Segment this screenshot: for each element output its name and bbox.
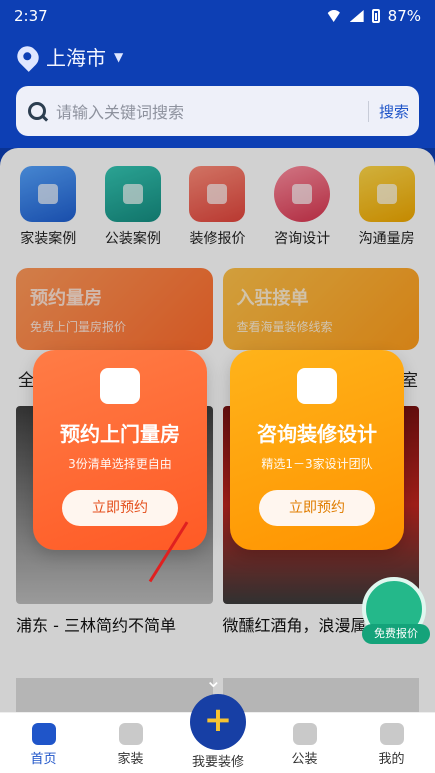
home-icon: [31, 723, 56, 745]
chat-bubble-icon: [297, 368, 337, 404]
battery-icon: [371, 9, 380, 23]
book-now-button[interactable]: 立即预约: [259, 490, 375, 526]
tab-label: 首页: [30, 752, 57, 767]
search-bar[interactable]: 请输入关键词搜索 搜索: [16, 86, 419, 136]
profile-icon: [379, 723, 404, 745]
caret-down-icon: ▼: [114, 49, 124, 64]
popup-subtitle: 精选1－3家设计团队: [261, 457, 373, 471]
signal-icon: [349, 10, 364, 22]
search-input[interactable]: 请输入关键词搜索: [56, 99, 368, 123]
tab-office-decor[interactable]: 公装: [270, 723, 340, 767]
status-time: 2:37: [14, 7, 48, 25]
status-bar: 2:37 87%: [0, 0, 435, 32]
city-selector[interactable]: 上海市 ▼: [13, 41, 124, 72]
wifi-icon: [326, 10, 342, 22]
book-now-button[interactable]: 立即预约: [62, 490, 178, 526]
search-button[interactable]: 搜索: [367, 100, 409, 122]
tab-renovate-label[interactable]: 我要装修: [181, 751, 255, 770]
helmet-icon: [118, 723, 143, 745]
chevron-down-icon[interactable]: ⌄: [205, 668, 222, 692]
popup-design-consult: 咨询装修设计 精选1－3家设计团队 立即预约: [230, 350, 404, 550]
plus-icon[interactable]: +: [190, 694, 246, 750]
app-header: 上海市 ▼ 请输入关键词搜索 搜索: [0, 32, 435, 150]
popup-subtitle: 3份清单选择更自由: [68, 457, 172, 471]
popup-title: 咨询装修设计: [257, 422, 377, 446]
search-icon: [28, 102, 46, 120]
status-icons: 87%: [326, 7, 421, 25]
tape-measure-icon: [100, 368, 140, 404]
battery-percent: 87%: [387, 7, 421, 25]
popup-title: 预约上门量房: [60, 422, 180, 446]
tab-home-decor[interactable]: 家装: [96, 723, 166, 767]
tab-label: 我的: [378, 752, 405, 767]
location-pin-icon: [13, 41, 43, 72]
tab-profile[interactable]: 我的: [357, 723, 427, 767]
free-quote-label[interactable]: 免费报价: [362, 624, 430, 644]
popup-book-measure: 预约上门量房 3份清单选择更自由 立即预约: [33, 350, 207, 550]
storefront-icon: [292, 723, 317, 745]
tab-label: 家装: [117, 752, 144, 767]
tab-label: 公装: [291, 752, 318, 767]
city-label: 上海市: [46, 46, 106, 70]
tab-home[interactable]: 首页: [9, 723, 79, 767]
